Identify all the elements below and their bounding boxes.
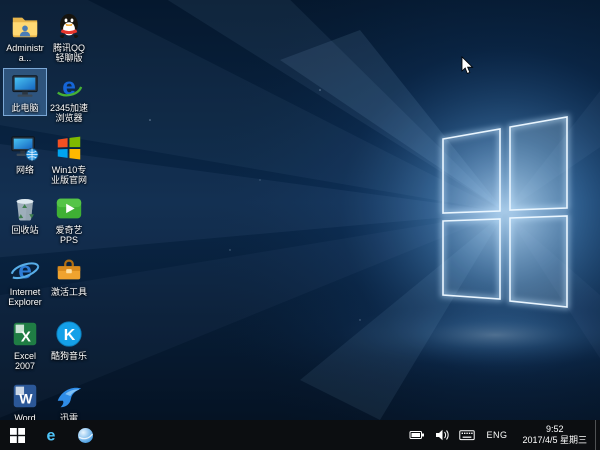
kugou-k-icon: K [54, 319, 84, 349]
recycle-bin-icon [10, 193, 40, 223]
svg-text:K: K [64, 327, 76, 344]
icon-label: Administra... [5, 43, 45, 63]
iqiyi-pps-icon [54, 193, 84, 223]
icon-label: 网络 [16, 165, 34, 175]
qq-penguin-icon [54, 11, 84, 41]
desktop-icon-win10-site[interactable]: Win10专业版官网 [47, 130, 91, 188]
taskbar: e [0, 420, 600, 450]
desktop-icon-xunlei[interactable]: 迅雷 [47, 378, 91, 426]
icon-label: 此电脑 [11, 103, 38, 113]
desktop-icon-2345-browser[interactable]: e 2345加速浏览器 [47, 68, 91, 126]
icon-label: 回收站 [11, 225, 38, 235]
start-button[interactable] [0, 420, 34, 450]
windows-logo-icon [10, 428, 25, 443]
icon-label: Internet Explorer [5, 287, 45, 307]
desktop-icon-kugou-music[interactable]: K 酷狗音乐 [47, 316, 91, 364]
icon-label: 腾讯QQ轻聊版 [49, 43, 89, 63]
excel-icon: X [10, 319, 40, 349]
word-icon: W [10, 381, 40, 411]
show-desktop-button[interactable] [595, 420, 600, 450]
icon-label: Excel 2007 [5, 351, 45, 371]
icon-label: 爱奇艺PPS [49, 225, 89, 245]
icon-label: 酷狗音乐 [51, 351, 87, 361]
icon-label: Win10专业版官网 [49, 165, 89, 185]
desktop-icon-recycle-bin[interactable]: 回收站 [3, 190, 47, 238]
user-folder-icon [10, 11, 40, 41]
windows-flag-icon [54, 133, 84, 163]
toolbox-icon [54, 255, 84, 285]
this-pc-icon [10, 71, 40, 101]
desktop-icon-network[interactable]: 网络 [3, 130, 47, 178]
taskbar-clock[interactable]: 9:52 2017/4/5 星期三 [522, 424, 587, 446]
battery-icon[interactable] [408, 427, 425, 444]
desktop-icon-this-pc[interactable]: 此电脑 [3, 68, 47, 116]
desktop-icon-iqiyi-pps[interactable]: 爱奇艺PPS [47, 190, 91, 248]
icon-label: 2345加速浏览器 [49, 103, 89, 123]
svg-text:e: e [62, 73, 76, 100]
clock-time: 9:52 [522, 424, 587, 435]
edge-button[interactable]: e [34, 420, 68, 450]
svg-text:X: X [21, 329, 31, 346]
desktop-icon-excel-2007[interactable]: X Excel 2007 [3, 316, 47, 374]
mouse-cursor [461, 56, 474, 75]
clock-date: 2017/4/5 星期三 [522, 435, 587, 446]
desktop-icon-qq[interactable]: 腾讯QQ轻聊版 [47, 8, 91, 66]
network-icon [10, 133, 40, 163]
desktop-icon-activation-tools[interactable]: 激活工具 [47, 252, 91, 300]
svg-text:e: e [47, 428, 56, 445]
windows-desktop: Administra... 此电脑 [0, 0, 600, 450]
svg-text:e: e [18, 257, 32, 284]
browser-button[interactable] [68, 420, 102, 450]
thunder-bird-icon [54, 381, 84, 411]
desktop-icon-administrator[interactable]: Administra... [3, 8, 47, 66]
language-indicator[interactable]: ENG [486, 430, 507, 440]
svg-text:W: W [19, 391, 33, 407]
keyboard-icon[interactable] [458, 427, 475, 444]
icon-label: 激活工具 [51, 287, 87, 297]
edge-e-icon: e [42, 426, 60, 444]
blue-globe-icon [77, 427, 94, 444]
desktop-icon-internet-explorer[interactable]: e Internet Explorer [3, 252, 47, 310]
volume-icon[interactable] [433, 427, 450, 444]
browser-e-icon: e [54, 71, 84, 101]
system-tray: ENG 9:52 2017/4/5 星期三 [404, 420, 600, 450]
ie-e-icon: e [10, 255, 40, 285]
